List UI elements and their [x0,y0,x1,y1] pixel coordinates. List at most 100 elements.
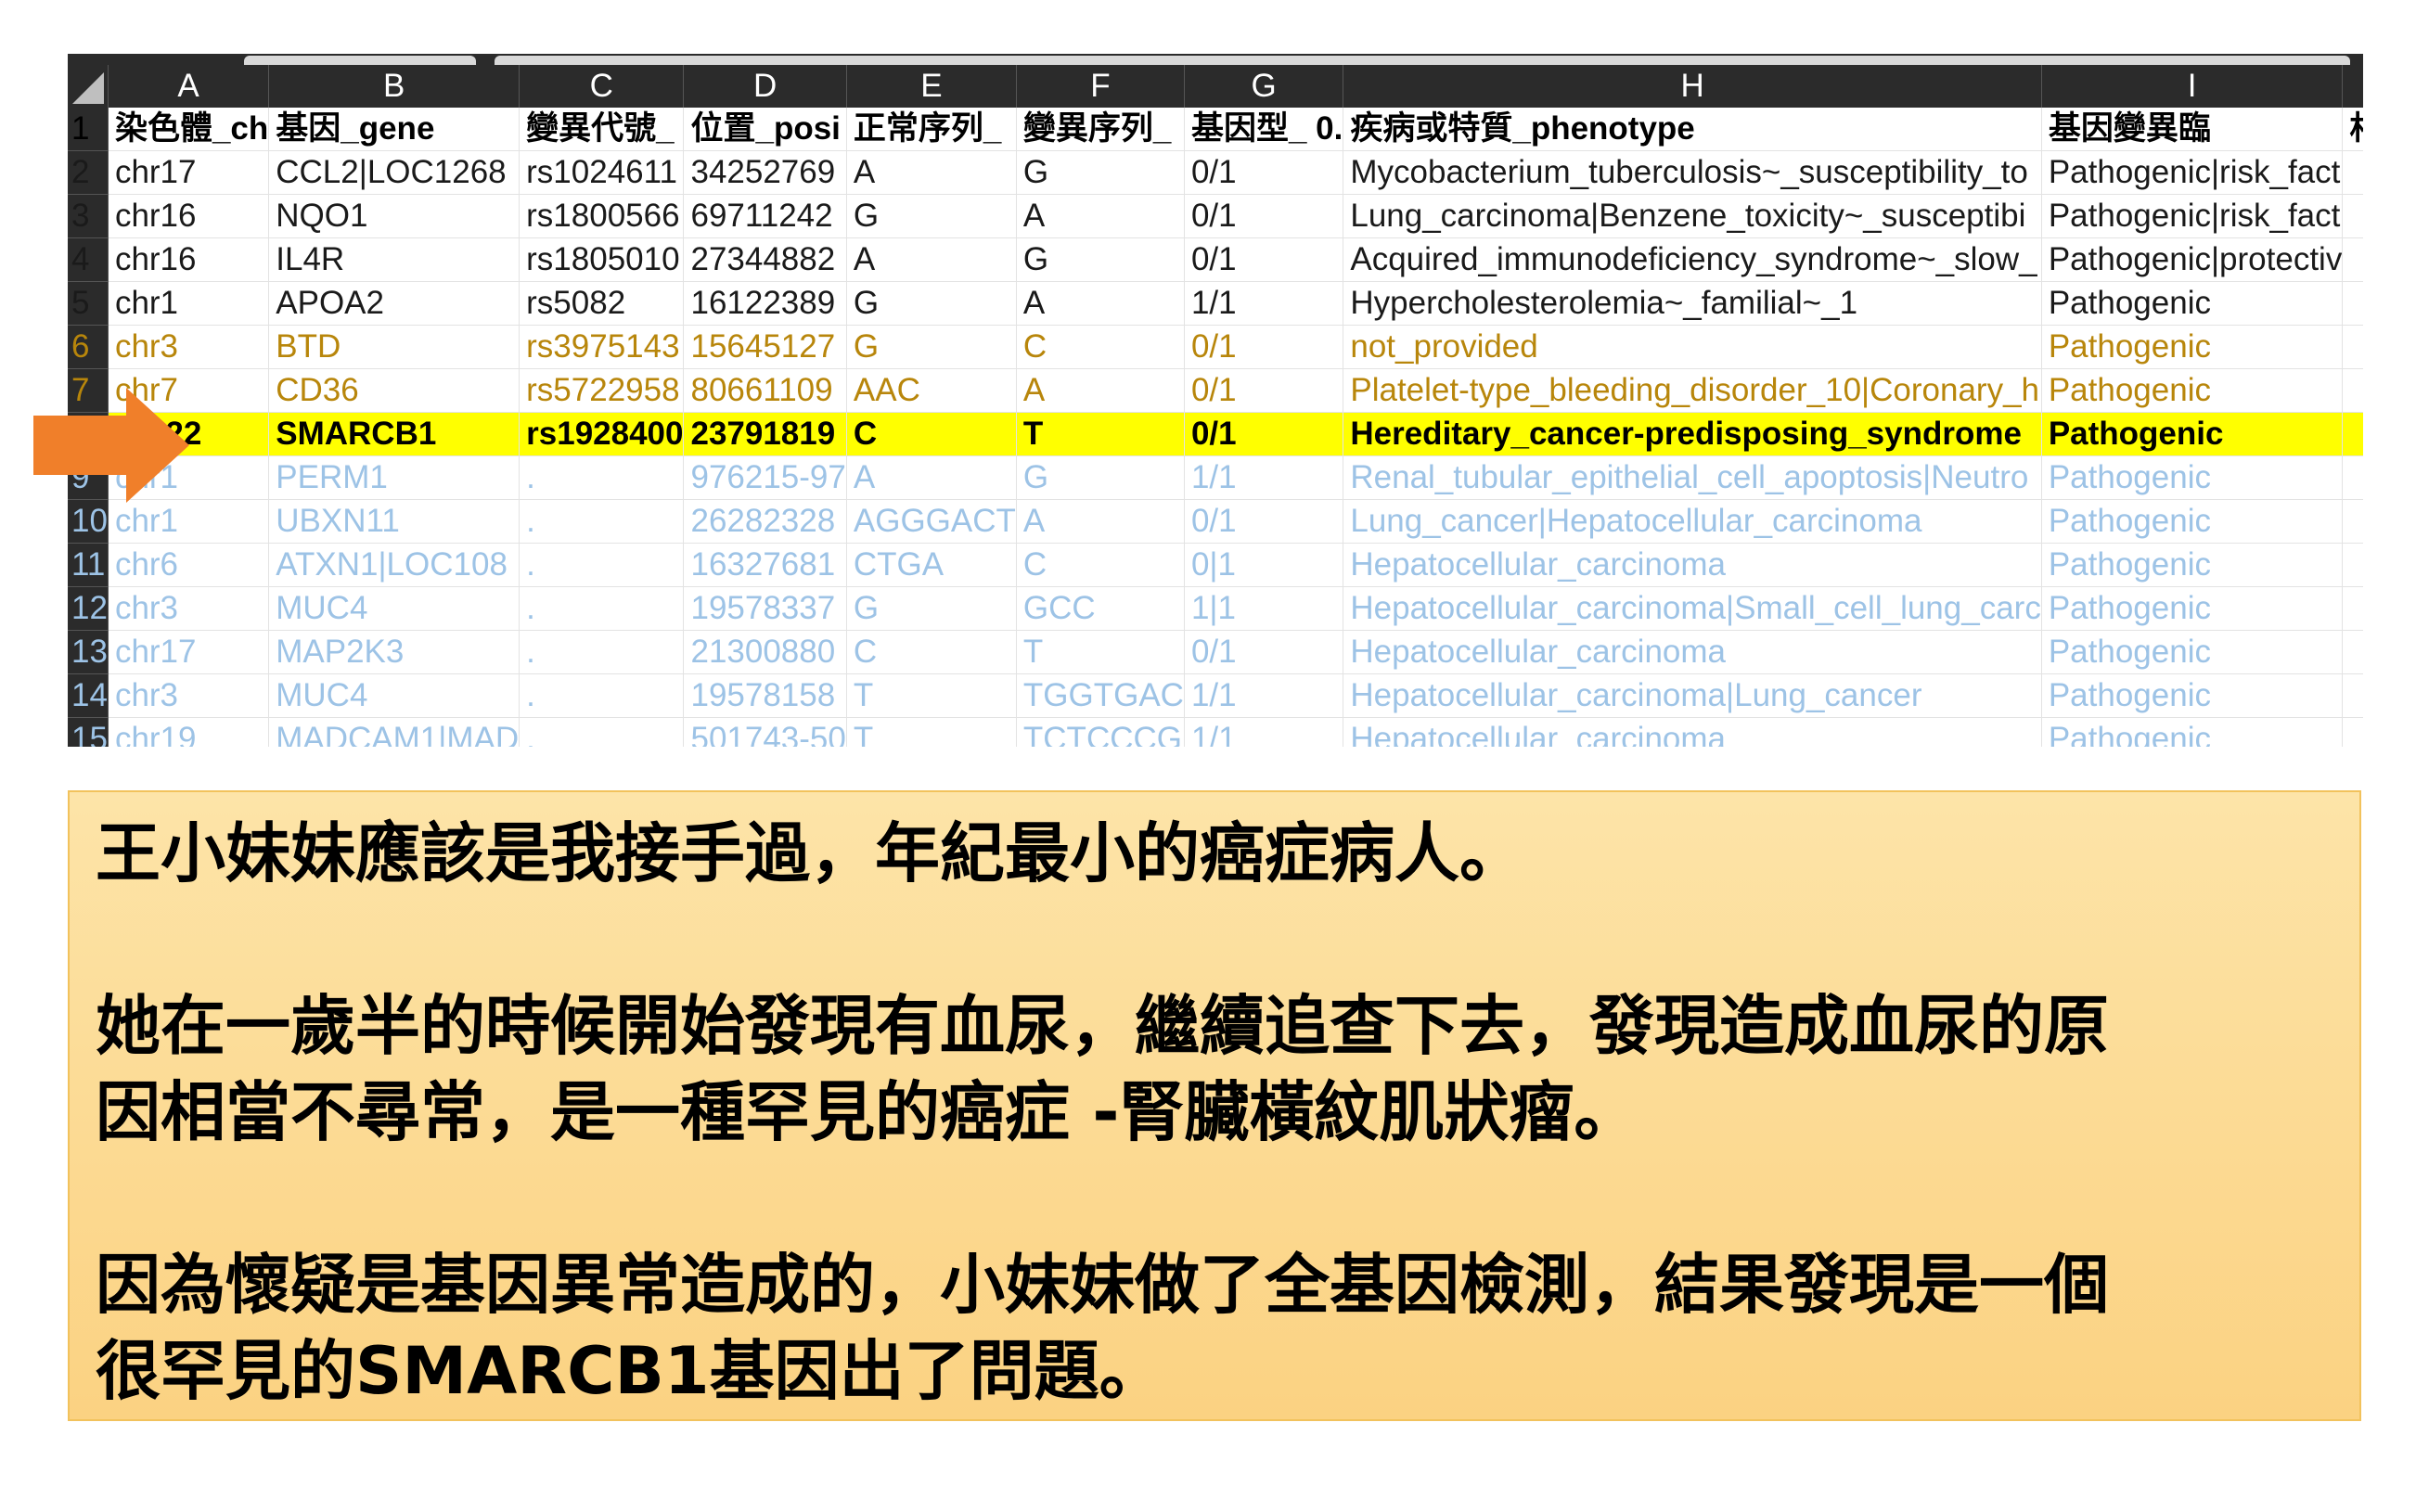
header-cell-a[interactable]: 染色體_ch [108,108,270,151]
cell-c[interactable]: rs1928400 [519,412,685,456]
cell-g[interactable]: 0/1 [1184,412,1344,456]
select-all-button[interactable] [68,65,109,108]
cell-i[interactable]: Pathogenic [2041,281,2344,326]
cell-h[interactable]: Platelet-type_bleeding_disorder_10|Coron… [1343,368,2042,413]
cell-d[interactable]: 80661109 [683,368,847,413]
cell-a[interactable]: chr3 [108,673,270,718]
cell-b[interactable]: PERM1 [268,455,520,500]
cell-d[interactable]: 19578337 [683,586,847,631]
cell-j[interactable] [2342,673,2363,718]
cell-a[interactable]: chr19 [108,717,270,747]
cell-c[interactable]: rs5082 [519,281,685,326]
cell-g[interactable]: 1/1 [1184,717,1344,747]
cell-j[interactable] [2342,194,2363,238]
cell-f[interactable]: T [1016,630,1185,674]
cell-f[interactable]: A [1016,499,1185,544]
cell-f[interactable]: C [1016,325,1185,369]
cell-d[interactable]: 26282328 [683,499,847,544]
cell-c[interactable]: rs1805010 [519,237,685,282]
cell-f[interactable]: G [1016,150,1185,195]
cell-g[interactable]: 1/1 [1184,673,1344,718]
cell-a[interactable]: chr3 [108,586,270,631]
row-number[interactable]: 15 [68,717,109,747]
cell-c[interactable]: . [519,717,685,747]
cell-d[interactable]: 21300880 [683,630,847,674]
cell-h[interactable]: Hepatocellular_carcinoma [1343,717,2042,747]
cell-e[interactable]: G [846,325,1017,369]
cell-g[interactable]: 0/1 [1184,237,1344,282]
cell-j[interactable] [2342,455,2363,500]
cell-j[interactable] [2342,325,2363,369]
column-header-f[interactable]: F [1016,65,1185,108]
cell-i[interactable]: Pathogenic [2041,543,2344,587]
cell-h[interactable]: Lung_carcinoma|Benzene_toxicity~_suscept… [1343,194,2042,238]
header-cell-f[interactable]: 變異序列_ [1016,108,1185,151]
formula-bar[interactable] [495,56,2350,65]
cell-c[interactable]: rs3975143 [519,325,685,369]
cell-i[interactable]: Pathogenic|risk_fact [2041,150,2344,195]
header-cell-e[interactable]: 正常序列_ [846,108,1017,151]
cell-d[interactable]: 23791819 [683,412,847,456]
cell-i[interactable]: Pathogenic [2041,412,2344,456]
cell-j[interactable] [2342,586,2363,631]
cell-b[interactable]: CD36 [268,368,520,413]
cell-e[interactable]: T [846,673,1017,718]
cell-a[interactable]: chr6 [108,543,270,587]
cell-c[interactable]: . [519,630,685,674]
cell-g[interactable]: 0/1 [1184,150,1344,195]
cell-f[interactable]: A [1016,194,1185,238]
column-header-i[interactable]: I [2041,65,2344,108]
row-number[interactable]: 14 [68,673,109,718]
cell-a[interactable]: chr1 [108,281,270,326]
cell-h[interactable]: Acquired_immunodeficiency_syndrome~_slow… [1343,237,2042,282]
cell-a[interactable]: chr17 [108,630,270,674]
header-cell-c[interactable]: 變異代號_ [519,108,685,151]
cell-d[interactable]: 501743-50 [683,717,847,747]
cell-f[interactable]: G [1016,455,1185,500]
cell-f[interactable]: TGGTGAC [1016,673,1185,718]
row-number[interactable]: 5 [68,281,109,326]
cell-f[interactable]: GCC [1016,586,1185,631]
cell-d[interactable]: 27344882 [683,237,847,282]
header-cell-d[interactable]: 位置_posi [683,108,847,151]
cell-a[interactable]: chr17 [108,150,270,195]
cell-f[interactable]: A [1016,281,1185,326]
cell-b[interactable]: MUC4 [268,673,520,718]
cell-g[interactable]: 0/1 [1184,368,1344,413]
cell-f[interactable]: TCTCCCG [1016,717,1185,747]
row-number[interactable]: 2 [68,150,109,195]
cell-c[interactable]: . [519,499,685,544]
cell-j[interactable] [2342,150,2363,195]
row-number[interactable]: 6 [68,325,109,369]
row-number[interactable]: 1 [68,108,109,151]
cell-j[interactable] [2342,237,2363,282]
cell-e[interactable]: CTGA [846,543,1017,587]
cell-j[interactable] [2342,412,2363,456]
column-header-a[interactable]: A [108,65,270,108]
header-cell-g[interactable]: 基因型_ 0. [1184,108,1344,151]
cell-j[interactable] [2342,543,2363,587]
cell-e[interactable]: AAC [846,368,1017,413]
row-number[interactable]: 4 [68,237,109,282]
cell-e[interactable]: A [846,237,1017,282]
header-cell-h[interactable]: 疾病或特質_phenotype [1343,108,2042,151]
cell-h[interactable]: Hypercholesterolemia~_familial~_1 [1343,281,2042,326]
cell-f[interactable]: C [1016,543,1185,587]
cell-a[interactable]: chr16 [108,237,270,282]
cell-j[interactable] [2342,281,2363,326]
cell-d[interactable]: 16327681 [683,543,847,587]
header-cell-j[interactable]: 相異重要 [2342,108,2363,151]
cell-c[interactable]: rs1800566 [519,194,685,238]
row-number[interactable]: 3 [68,194,109,238]
cell-j[interactable] [2342,630,2363,674]
cell-b[interactable]: CCL2|LOC1268 [268,150,520,195]
header-cell-b[interactable]: 基因_gene [268,108,520,151]
cell-h[interactable]: Hepatocellular_carcinoma|Lung_cancer [1343,673,2042,718]
cell-b[interactable]: IL4R [268,237,520,282]
cell-e[interactable]: G [846,281,1017,326]
cell-d[interactable]: 19578158 [683,673,847,718]
header-cell-i[interactable]: 基因變異臨 [2041,108,2344,151]
cell-b[interactable]: MUC4 [268,586,520,631]
cell-d[interactable]: 976215-97 [683,455,847,500]
cell-h[interactable]: not_provided [1343,325,2042,369]
